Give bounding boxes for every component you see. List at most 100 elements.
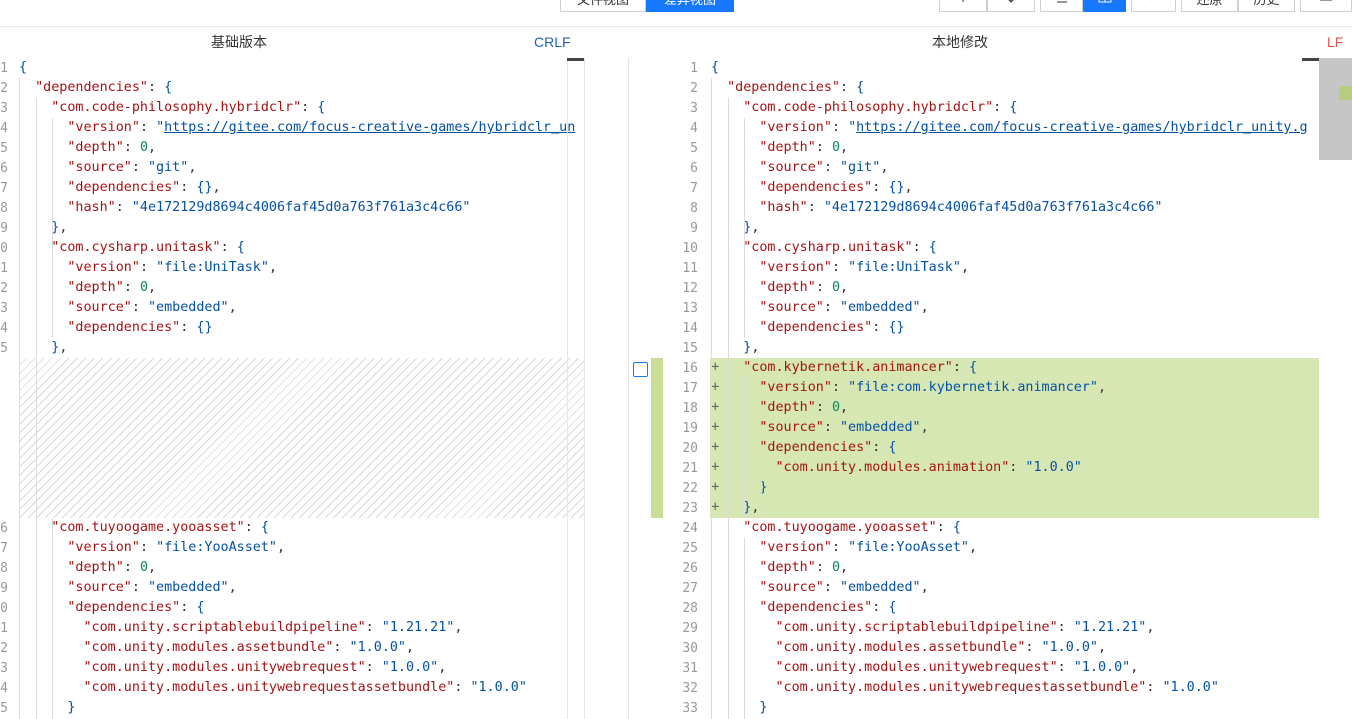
line-number: 9 — [690, 221, 698, 236]
line-number: 25 — [682, 541, 698, 556]
code-line: "version": "https://gitee.com/focus-crea… — [67, 120, 576, 135]
revert-button[interactable]: 还原 — [1181, 0, 1238, 12]
indent-guide — [52, 518, 53, 719]
line-number: 32 — [682, 681, 698, 696]
added-line-plus-icon: + — [711, 439, 720, 455]
left-scroll-thumb[interactable] — [567, 58, 584, 61]
code-line: "com.unity.modules.assetbundle": "1.0.0"… — [775, 640, 1107, 655]
minimap-viewport[interactable] — [1319, 58, 1352, 160]
code-line: "com.unity.modules.assetbundle": "1.0.0"… — [83, 640, 415, 655]
code-line: "version": "https://gitee.com/focus-crea… — [759, 120, 1308, 135]
line-number: 10 — [0, 241, 8, 256]
line-number: 17 — [0, 541, 8, 556]
line-number: 29 — [682, 621, 698, 636]
code-line: "dependencies": { — [35, 80, 173, 95]
line-number: 12 — [682, 281, 698, 296]
code-line: } — [67, 700, 76, 715]
code-line: } — [759, 700, 768, 715]
line-number: 24 — [682, 521, 698, 536]
deleted-placeholder-hatch — [19, 358, 585, 518]
line-number: 21 — [682, 461, 698, 476]
line-number: 19 — [682, 421, 698, 436]
code-line: "com.unity.modules.unitywebrequest": "1.… — [775, 660, 1139, 675]
added-line-plus-icon: + — [711, 399, 720, 415]
base-version-pane[interactable]: 1 {2 "dependencies": {3 "com.code-philoso… — [0, 58, 630, 719]
code-line: }, — [743, 340, 760, 355]
code-line: "dependencies": {}, — [759, 180, 913, 195]
line-number: 14 — [0, 321, 8, 336]
line-number: 33 — [682, 701, 698, 716]
line-number: 13 — [0, 301, 8, 316]
line-number: 5 — [0, 141, 8, 156]
local-changes-pane[interactable]: 1 {2 "dependencies": {3 "com.code-philoso… — [629, 58, 1352, 719]
code-line: } — [759, 480, 768, 495]
line-number: 15 — [682, 341, 698, 356]
code-line: "version": "file:com.kybernetik.animance… — [759, 380, 1107, 395]
right-scroll-thumb[interactable] — [1302, 58, 1319, 61]
code-line: "source": "git", — [759, 160, 889, 175]
menu-icon[interactable] — [1300, 0, 1352, 12]
code-line: }, — [51, 340, 68, 355]
indent-guide — [19, 78, 20, 719]
line-number: 20 — [682, 441, 698, 456]
code-line: "com.kybernetik.animancer": { — [743, 360, 978, 375]
line-number: 21 — [0, 621, 8, 636]
code-line: "com.unity.scriptablebuildpipeline": "1.… — [83, 620, 463, 635]
code-line: "depth": 0, — [67, 280, 157, 295]
code-line: "com.unity.modules.unitywebrequest": "1.… — [83, 660, 447, 675]
added-line-plus-icon: + — [711, 479, 720, 495]
line-number: 22 — [0, 641, 8, 656]
left-eol-label: CRLF — [534, 34, 571, 50]
code-line: "version": "file:YooAsset", — [67, 540, 286, 555]
file-view-tab[interactable]: 文件视图 — [560, 0, 646, 12]
right-eol-label: LF — [1327, 34, 1344, 50]
arrow-down-icon[interactable] — [987, 0, 1035, 12]
close-icon[interactable] — [1131, 0, 1176, 12]
line-number: 6 — [690, 161, 698, 176]
code-line: "dependencies": { — [759, 600, 897, 615]
code-line: "dependencies": { — [67, 600, 205, 615]
code-line: { — [711, 60, 720, 75]
line-number: 4 — [0, 121, 8, 136]
code-line: }, — [51, 220, 68, 235]
line-number: 26 — [682, 561, 698, 576]
indent-guide — [728, 98, 729, 719]
line-number: 19 — [0, 581, 8, 596]
indent-guide — [744, 378, 745, 518]
split-view-icon[interactable] — [1083, 0, 1126, 12]
line-number: 22 — [682, 481, 698, 496]
line-number: 16 — [682, 361, 698, 376]
added-line-plus-icon: + — [711, 359, 720, 375]
line-number: 3 — [690, 101, 698, 116]
line-number: 2 — [690, 81, 698, 96]
arrow-up-icon[interactable] — [939, 0, 987, 12]
line-number: 24 — [0, 681, 8, 696]
code-line: "hash": "4e172129d8694c4006faf45d0a763f7… — [759, 200, 1163, 215]
code-line: "version": "file:YooAsset", — [759, 540, 978, 555]
diff-view-tab[interactable]: 差异视图 — [646, 0, 734, 12]
line-number: 31 — [682, 661, 698, 676]
accept-change-checkbox[interactable] — [633, 362, 648, 377]
line-number: 16 — [0, 521, 8, 536]
code-line: "com.unity.modules.unitywebrequestassetb… — [83, 680, 527, 695]
line-number: 11 — [0, 261, 8, 276]
history-button[interactable]: 历史 — [1238, 0, 1295, 12]
line-number: 23 — [682, 501, 698, 516]
code-line: "com.code-philosophy.hybridclr": { — [743, 100, 1018, 115]
code-line: "dependencies": {} — [759, 320, 905, 335]
list-icon[interactable] — [1040, 0, 1083, 12]
line-number: 9 — [0, 221, 8, 236]
code-line: "depth": 0, — [759, 280, 849, 295]
line-number: 14 — [682, 321, 698, 336]
line-number: 1 — [0, 61, 8, 76]
code-line: "com.tuyoogame.yooasset": { — [51, 520, 269, 535]
indent-guide — [36, 98, 37, 719]
line-number: 3 — [0, 101, 8, 116]
line-number: 8 — [690, 201, 698, 216]
indent-guide — [744, 538, 745, 719]
line-number: 20 — [0, 601, 8, 616]
code-line: }, — [743, 220, 760, 235]
line-number: 25 — [0, 701, 8, 716]
line-number: 10 — [682, 241, 698, 256]
code-line: "source": "git", — [67, 160, 197, 175]
